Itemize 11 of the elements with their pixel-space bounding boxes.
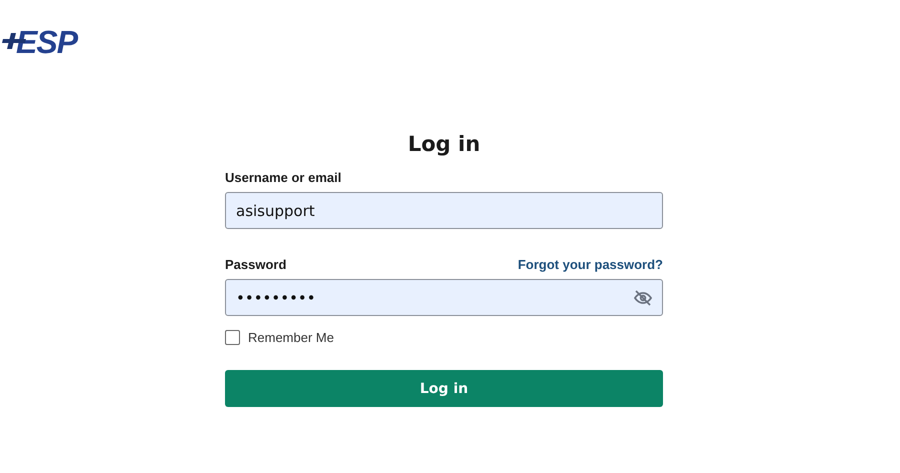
login-button[interactable]: Log in	[225, 370, 663, 407]
checkbox[interactable]	[225, 330, 240, 345]
logo: ESP	[2, 24, 78, 61]
field-label: Username or email	[225, 170, 342, 185]
checkbox-label: Remember Me	[248, 330, 334, 345]
eye-slash-icon[interactable]	[634, 290, 652, 306]
field-label: Password	[225, 257, 286, 272]
forgot-password-link[interactable]: Forgot your password?	[518, 257, 663, 272]
username-field[interactable]: asisupport	[225, 192, 663, 229]
password-field[interactable]: •••••••••	[225, 279, 663, 316]
page-title: Log in	[406, 132, 482, 156]
